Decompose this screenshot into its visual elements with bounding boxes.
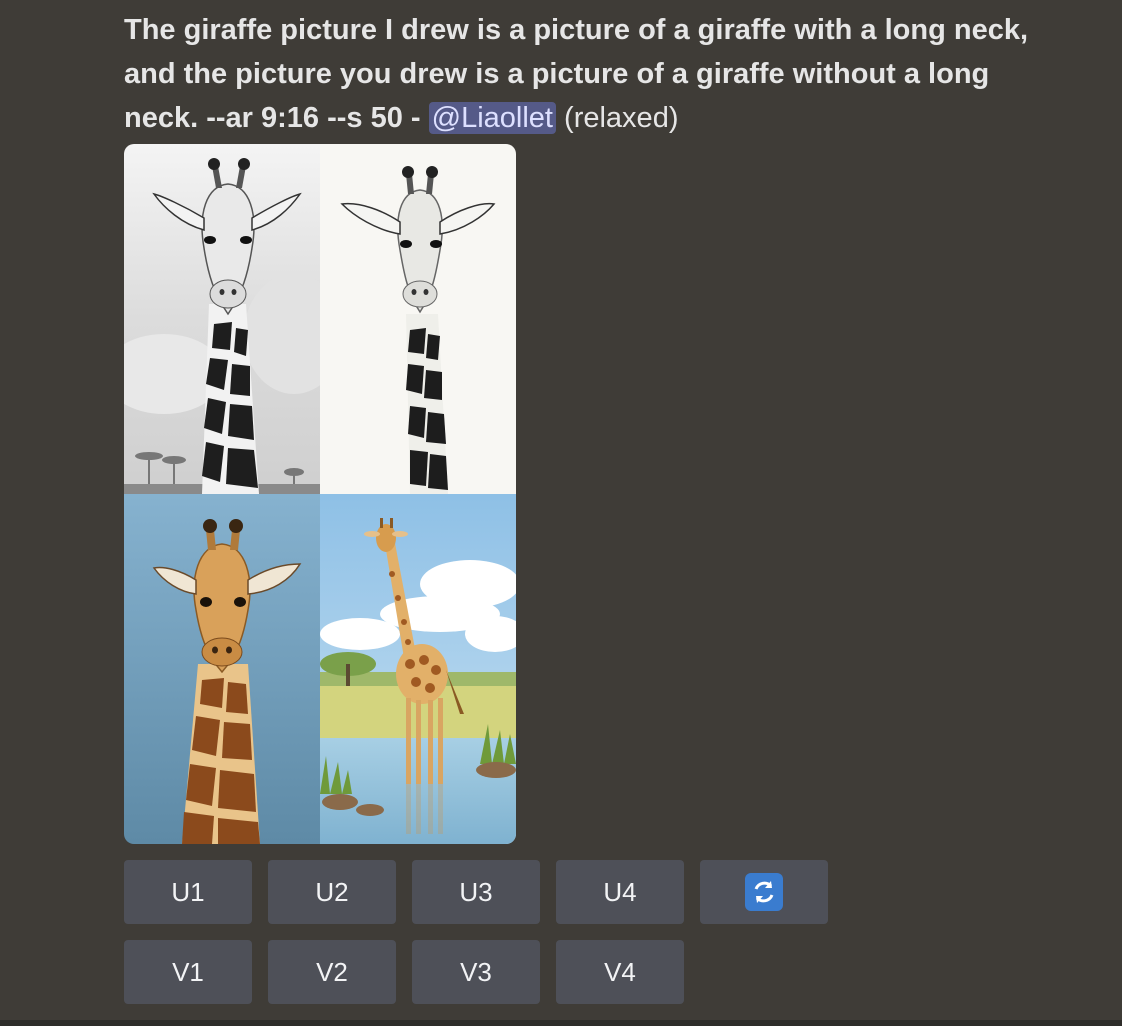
- upscale-button-3[interactable]: U3: [412, 860, 540, 924]
- upscale-row: U1 U2 U3 U4: [124, 860, 828, 924]
- image-tile-1[interactable]: [124, 144, 320, 494]
- giraffe-full-body-image: [320, 494, 516, 844]
- job-status: (relaxed): [564, 102, 679, 134]
- bottom-divider: [0, 1020, 1122, 1026]
- prompt-separator: -: [402, 102, 429, 134]
- prompt-text-block: The giraffe picture I drew is a picture …: [124, 8, 1054, 140]
- variation-button-4[interactable]: V4: [556, 940, 684, 1004]
- image-tile-2[interactable]: [320, 144, 516, 494]
- image-tile-4[interactable]: [320, 494, 516, 844]
- giraffe-head-blue-image: [124, 494, 320, 844]
- image-grid[interactable]: [124, 144, 516, 844]
- upscale-button-2[interactable]: U2: [268, 860, 396, 924]
- refresh-icon: [745, 873, 783, 911]
- action-buttons: U1 U2 U3 U4 V1 V2 V3 V4: [124, 860, 828, 1020]
- upscale-button-4[interactable]: U4: [556, 860, 684, 924]
- variation-row: V1 V2 V3 V4: [124, 940, 828, 1004]
- variation-button-3[interactable]: V3: [412, 940, 540, 1004]
- variation-button-1[interactable]: V1: [124, 940, 252, 1004]
- user-mention[interactable]: @Liaollet: [428, 102, 556, 134]
- upscale-button-1[interactable]: U1: [124, 860, 252, 924]
- reroll-button[interactable]: [700, 860, 828, 924]
- image-tile-3[interactable]: [124, 494, 320, 844]
- message: The giraffe picture I drew is a picture …: [124, 8, 1054, 140]
- variation-button-2[interactable]: V2: [268, 940, 396, 1004]
- giraffe-sketch-gray-image: [124, 144, 320, 494]
- giraffe-sketch-white-image: [320, 144, 516, 494]
